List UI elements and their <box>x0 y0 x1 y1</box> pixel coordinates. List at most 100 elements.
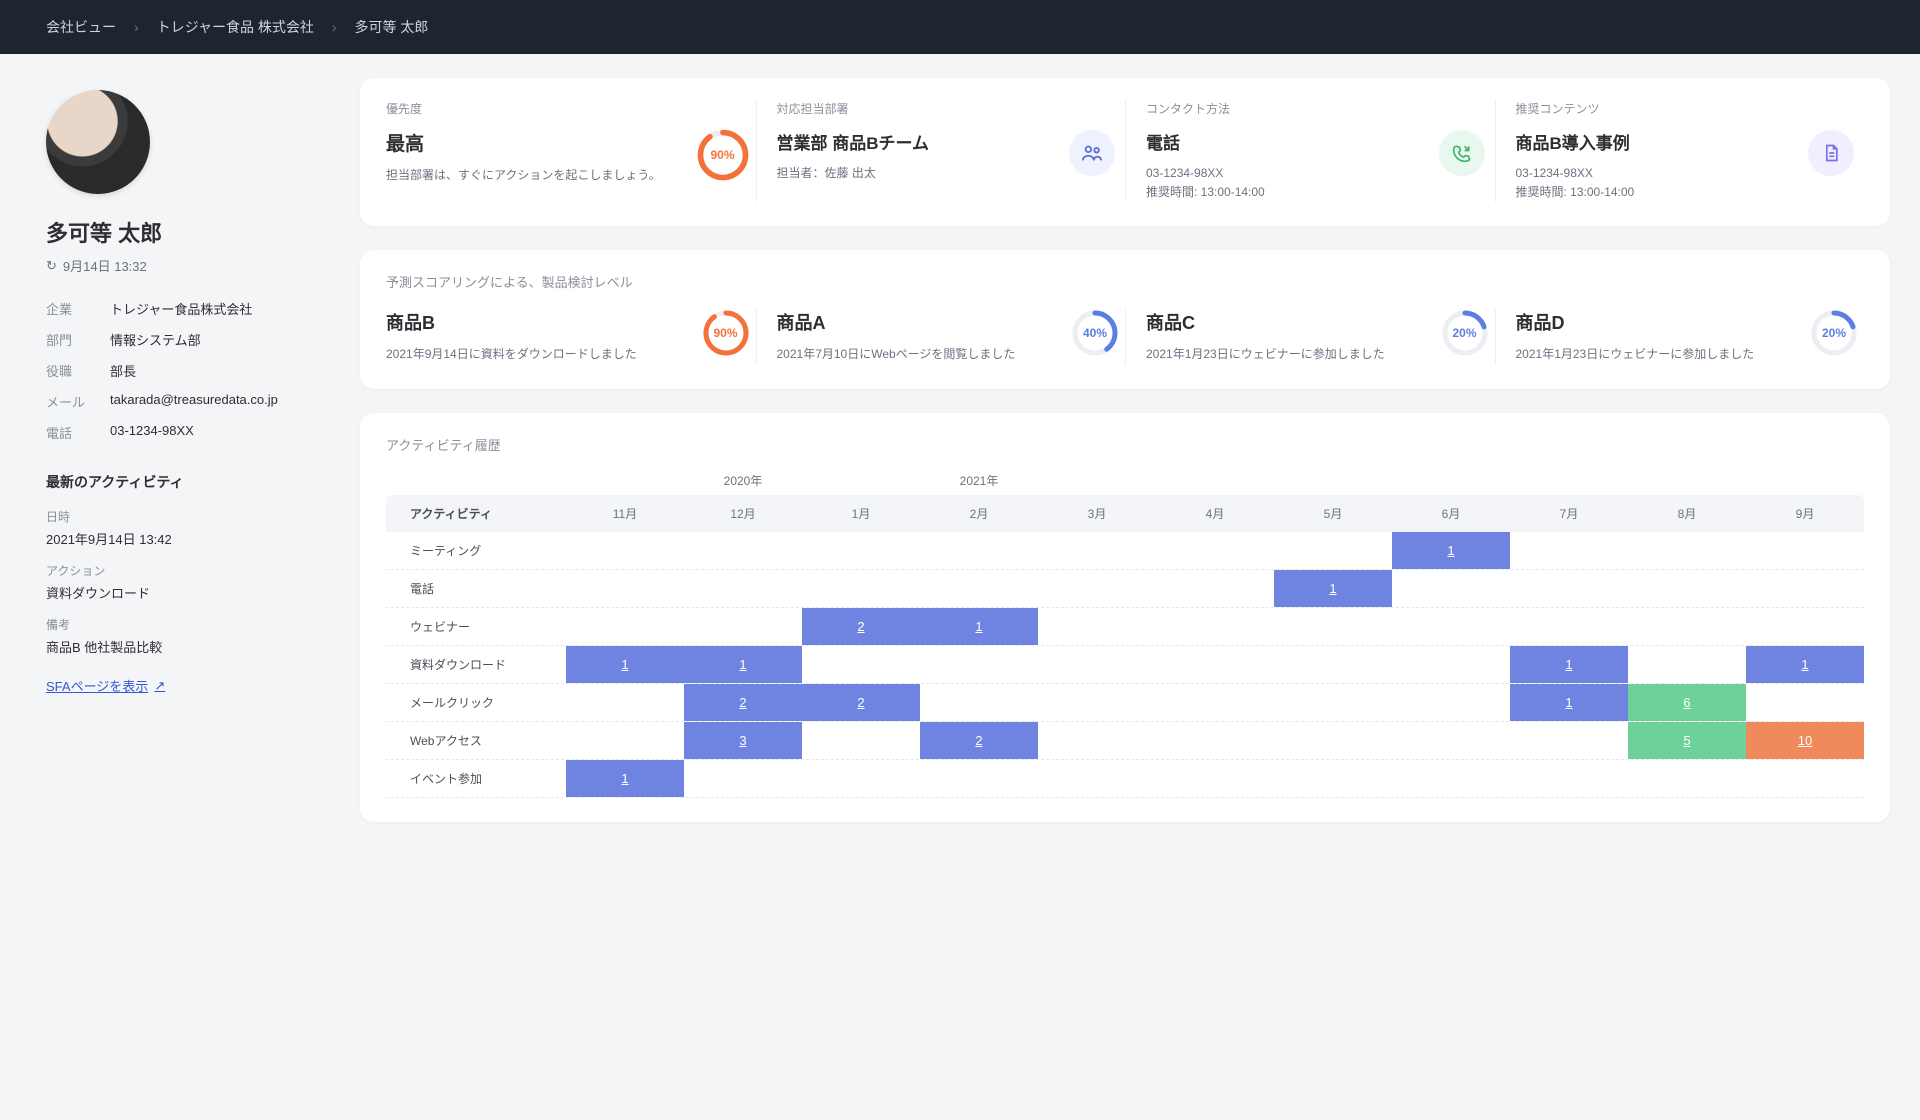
product-desc: 2021年7月10日にWebページを閲覧しました <box>777 345 1106 364</box>
document-icon <box>1808 130 1854 176</box>
history-month-header: 11月 <box>566 495 684 532</box>
product-name: 商品B <box>386 309 736 335</box>
history-title: アクティビティ履歴 <box>386 435 1864 454</box>
priority-gauge: 90% <box>696 128 750 182</box>
meta-dept-value: 情報システム部 <box>110 330 201 349</box>
chevron-right-icon: › <box>332 19 337 35</box>
crumb-company-view[interactable]: 会社ビュー <box>46 17 116 37</box>
product-name: 商品C <box>1146 309 1475 335</box>
history-row-label: Webアクセス <box>386 722 566 759</box>
history-month-header: 8月 <box>1628 495 1746 532</box>
product-name: 商品A <box>777 309 1106 335</box>
activity-note-value: 商品B 他社製品比較 <box>46 637 314 656</box>
meta-tel-value: 03-1234-98XX <box>110 423 194 442</box>
meta-company-value: トレジャー食品株式会社 <box>110 299 252 318</box>
history-month-header: 12月 <box>684 495 802 532</box>
product-gauge: 40% <box>1071 309 1119 357</box>
refresh-icon: ↻ <box>46 258 57 274</box>
history-cell-value[interactable]: 1 <box>1392 532 1510 569</box>
history-row-label: ウェビナー <box>386 608 566 645</box>
history-row-label: 電話 <box>386 570 566 607</box>
scoring-product: 商品A 2021年7月10日にWebページを閲覧しました 40% <box>756 309 1126 364</box>
meta-role-label: 役職 <box>46 361 110 380</box>
history-row: メールクリック 22 16 <box>386 684 1864 722</box>
avatar <box>46 90 150 194</box>
meta-mail-label: メール <box>46 392 110 411</box>
meta-dept-label: 部門 <box>46 330 110 349</box>
history-card: アクティビティ履歴 2020年 2021年 アクティビティ11月12月1月2月3… <box>360 413 1890 822</box>
history-cell-value[interactable]: 2 <box>802 684 920 721</box>
activity-note-label: 備考 <box>46 616 314 633</box>
meta-mail-value: takarada@treasuredata.co.jp <box>110 392 278 411</box>
history-month-header: 5月 <box>1274 495 1392 532</box>
summary-department: 対応担当部署 営業部 商品Bチーム 担当者：佐藤 出太 <box>756 100 1126 202</box>
summary-card: 優先度 最高 担当部署は、すぐにアクションを起こしましょう。 90% 対応担当部… <box>360 78 1890 226</box>
phone-icon <box>1439 130 1485 176</box>
history-row-label: メールクリック <box>386 684 566 721</box>
history-month-header: 4月 <box>1156 495 1274 532</box>
breadcrumb: 会社ビュー › トレジャー食品 株式会社 › 多可等 太郎 <box>0 0 1920 54</box>
activity-action-label: アクション <box>46 562 314 579</box>
latest-activity-title: 最新のアクティビティ <box>46 472 314 492</box>
scoring-card: 予測スコアリングによる、製品検討レベル 商品B 2021年9月14日に資料をダウ… <box>360 250 1890 388</box>
product-desc: 2021年9月14日に資料をダウンロードしました <box>386 345 736 364</box>
history-cell-value[interactable]: 1 <box>684 646 802 683</box>
activity-time-value: 2021年9月14日 13:42 <box>46 529 314 548</box>
history-row-label: ミーティング <box>386 532 566 569</box>
product-desc: 2021年1月23日にウェビナーに参加しました <box>1146 345 1475 364</box>
history-month-header: 3月 <box>1038 495 1156 532</box>
last-updated: ↻ 9月14日 13:32 <box>46 256 314 275</box>
scoring-product: 商品B 2021年9月14日に資料をダウンロードしました 90% <box>386 309 756 364</box>
scoring-product: 商品D 2021年1月23日にウェビナーに参加しました 20% <box>1495 309 1865 364</box>
profile-sidebar: 多可等 太郎 ↻ 9月14日 13:32 企業トレジャー食品株式会社 部門情報シ… <box>0 54 360 852</box>
history-cell-value[interactable]: 1 <box>566 760 684 797</box>
scoring-title: 予測スコアリングによる、製品検討レベル <box>386 272 1864 291</box>
history-cell-value[interactable]: 2 <box>684 684 802 721</box>
product-gauge: 20% <box>1441 309 1489 357</box>
people-icon <box>1069 130 1115 176</box>
history-cell-value[interactable]: 6 <box>1628 684 1746 721</box>
history-cell-value[interactable]: 1 <box>1274 570 1392 607</box>
summary-contact: コンタクト方法 電話 03-1234-98XX 推奨時間: 13:00-14:0… <box>1125 100 1495 202</box>
scoring-product: 商品C 2021年1月23日にウェビナーに参加しました 20% <box>1125 309 1495 364</box>
history-month-header: 2月 <box>920 495 1038 532</box>
history-row-label: イベント参加 <box>386 760 566 797</box>
history-cell-value[interactable]: 1 <box>920 608 1038 645</box>
product-gauge: 20% <box>1810 309 1858 357</box>
history-row: イベント参加1 <box>386 760 1864 798</box>
history-cell-value[interactable]: 2 <box>802 608 920 645</box>
product-name: 商品D <box>1516 309 1845 335</box>
activity-time-label: 日時 <box>46 508 314 525</box>
history-cell-value[interactable]: 1 <box>566 646 684 683</box>
person-name: 多可等 太郎 <box>46 216 314 248</box>
history-cell-value[interactable]: 5 <box>1628 722 1746 759</box>
meta-role-value: 部長 <box>110 361 136 380</box>
history-year-2020: 2020年 <box>684 472 802 489</box>
history-cell-value[interactable]: 3 <box>684 722 802 759</box>
history-row: 電話 1 <box>386 570 1864 608</box>
crumb-person[interactable]: 多可等 太郎 <box>355 17 429 37</box>
history-cell-value[interactable]: 10 <box>1746 722 1864 759</box>
history-month-header: 1月 <box>802 495 920 532</box>
summary-priority: 優先度 最高 担当部署は、すぐにアクションを起こしましょう。 90% <box>386 100 756 202</box>
product-gauge: 90% <box>702 309 750 357</box>
external-link-icon: ↗ <box>154 678 165 694</box>
meta-tel-label: 電話 <box>46 423 110 442</box>
product-desc: 2021年1月23日にウェビナーに参加しました <box>1516 345 1845 364</box>
history-year-2021: 2021年 <box>920 472 1038 489</box>
activity-action-value: 資料ダウンロード <box>46 583 314 602</box>
history-cell-value[interactable]: 1 <box>1510 646 1628 683</box>
history-cell-value[interactable]: 1 <box>1746 646 1864 683</box>
history-row-label: 資料ダウンロード <box>386 646 566 683</box>
history-row: 資料ダウンロード1111 <box>386 646 1864 684</box>
history-row: ウェビナー 21 <box>386 608 1864 646</box>
history-cell-value[interactable]: 1 <box>1510 684 1628 721</box>
history-col-label: アクティビティ <box>386 495 566 532</box>
sfa-link[interactable]: SFAページを表示↗ <box>46 676 165 695</box>
crumb-company[interactable]: トレジャー食品 株式会社 <box>157 17 314 37</box>
history-month-header: 7月 <box>1510 495 1628 532</box>
summary-content: 推奨コンテンツ 商品B導入事例 03-1234-98XX 推奨時間: 13:00… <box>1495 100 1865 202</box>
history-cell-value[interactable]: 2 <box>920 722 1038 759</box>
history-month-header: 6月 <box>1392 495 1510 532</box>
chevron-right-icon: › <box>134 19 139 35</box>
